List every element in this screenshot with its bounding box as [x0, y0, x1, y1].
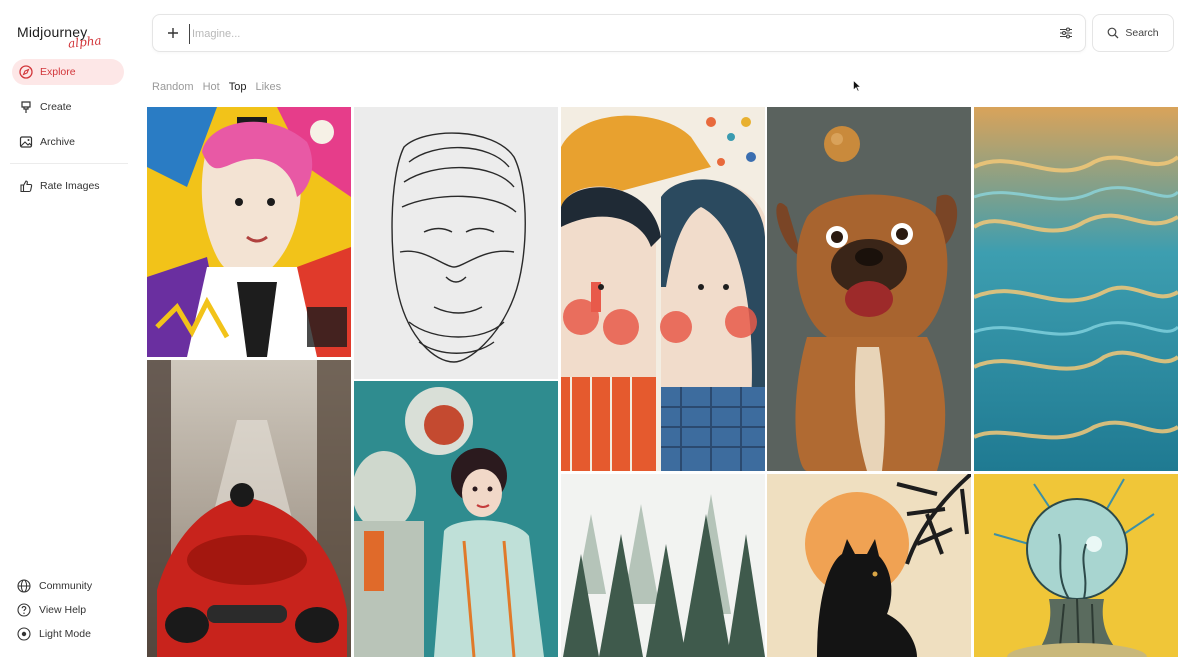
- sidebar-item-label: View Help: [39, 604, 87, 616]
- sidebar-item-community[interactable]: Community: [17, 577, 92, 595]
- sidebar-item-label: Light Mode: [39, 628, 91, 640]
- sidebar-item-view-help[interactable]: View Help: [17, 601, 86, 619]
- imagine-bar: [152, 14, 1086, 52]
- gallery-image-misty-forest[interactable]: [561, 474, 765, 657]
- feed-tabs: Random Hot Top Likes: [152, 81, 281, 93]
- sun-icon: [17, 627, 31, 641]
- search-button[interactable]: Search: [1092, 14, 1174, 52]
- gallery-image-pop-art-portrait[interactable]: [147, 107, 351, 357]
- sidebar-item-explore[interactable]: Explore: [12, 59, 124, 85]
- brush-icon: [19, 100, 33, 114]
- sidebar-item-label: Rate Images: [40, 180, 100, 192]
- search-icon: [1107, 27, 1119, 39]
- search-button-label: Search: [1125, 27, 1159, 39]
- sidebar-item-rate-images[interactable]: Rate Images: [12, 173, 124, 199]
- image-icon: [19, 135, 33, 149]
- settings-sliders-icon[interactable]: [1059, 26, 1073, 40]
- gallery-image-black-cat-sunset[interactable]: [767, 474, 971, 657]
- gallery-image-water-ripples[interactable]: [974, 107, 1178, 471]
- sidebar-item-archive[interactable]: Archive: [12, 129, 124, 155]
- gallery-image-retro-astronauts[interactable]: [354, 381, 558, 657]
- sidebar-item-light-mode[interactable]: Light Mode: [17, 625, 91, 643]
- sidebar-item-label: Archive: [40, 136, 76, 148]
- mouse-cursor-icon: [853, 79, 862, 92]
- gallery-image-illustrated-couple[interactable]: [561, 107, 765, 471]
- globe-icon: [17, 579, 31, 593]
- gallery-image-boxer-dog-treat[interactable]: [767, 107, 971, 471]
- sidebar-divider: [10, 163, 128, 164]
- sidebar: Midjourney alpha Explore Create Archive …: [0, 0, 140, 657]
- thumbs-up-icon: [19, 179, 33, 193]
- imagine-input[interactable]: [189, 24, 1049, 44]
- brand-alpha-tag: alpha: [67, 33, 103, 51]
- help-circle-icon: [17, 603, 31, 617]
- sidebar-item-create[interactable]: Create: [12, 94, 124, 120]
- gallery-image-line-art-face[interactable]: [354, 107, 558, 379]
- plus-icon[interactable]: [165, 25, 181, 41]
- sidebar-item-label: Create: [40, 101, 72, 113]
- tab-hot[interactable]: Hot: [203, 81, 220, 93]
- compass-icon: [19, 65, 33, 79]
- tab-random[interactable]: Random: [152, 81, 194, 93]
- gallery-image-glass-orb-tree[interactable]: [974, 474, 1178, 657]
- sidebar-item-label: Explore: [40, 66, 76, 78]
- tab-top[interactable]: Top: [229, 81, 247, 93]
- sidebar-item-label: Community: [39, 580, 93, 592]
- tab-likes[interactable]: Likes: [255, 81, 281, 93]
- gallery-image-red-race-car[interactable]: [147, 360, 351, 657]
